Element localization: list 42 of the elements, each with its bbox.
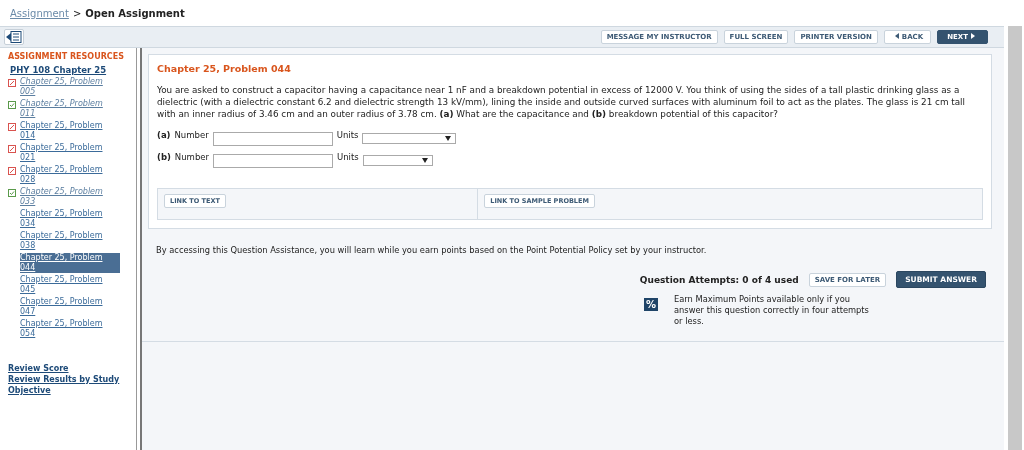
problem-link[interactable]: Chapter 25, Problem 045 [20, 275, 120, 295]
problem-link[interactable]: Chapter 25, Problem 005 [20, 77, 120, 97]
collapse-sidebar-button[interactable] [4, 29, 24, 45]
units-label: Units [336, 130, 359, 140]
problem-text: You are asked to construct a capacitor having a capacitance near 1 nF and a breakdown potential in excess of 12000 V. You think of using the sides of a tall plastic drinking glass as a dielectric (with a dielectric constant 6.2 and dielectric strength 13 kV/mm), lining the inside and outside curved surfaces with aluminum foil to act as the plates. The glass is 21 cm tall with an inner radius of 3.46 cm and an outer radius of 3.78 cm. (a) What are the capacitance and (b) breakdown potential of this capacitor? [157, 84, 966, 120]
scrollbar[interactable] [1008, 26, 1022, 450]
breadcrumb-link[interactable]: Assignment [10, 7, 69, 19]
number-field[interactable] [212, 132, 333, 146]
right-triangle-icon [971, 33, 975, 39]
points-policy-text: Earn Maximum Points available only if you answer this question correctly in four attempts or less. [674, 294, 870, 327]
problem-link[interactable]: Chapter 25, Problem 014 [20, 121, 120, 141]
problem-title: Chapter 25, Problem 044 [157, 63, 292, 74]
review-link[interactable]: Review Results by Study Objective [8, 374, 136, 396]
problem-link[interactable]: Chapter 25, Problem 038 [20, 231, 120, 251]
problem-link[interactable]: Chapter 25, Problem 054 [20, 319, 120, 339]
number-field[interactable] [213, 154, 333, 168]
assistance-notice: By accessing this Question Assistance, you will learn while you earn points based on the Point Potential Policy set by your instructor. [156, 245, 708, 255]
breadcrumb-separator: > [72, 7, 82, 19]
units-dropdown[interactable] [362, 155, 433, 166]
number-label: Number [174, 130, 209, 140]
course-link[interactable]: PHY 108 Chapter 25 [10, 65, 136, 75]
attempts-counter: Question Attempts: 0 of 4 used [639, 274, 799, 285]
part-label: (b) [157, 152, 171, 162]
collapse-sidebar-icon [6, 31, 22, 43]
sidebar-heading: ASSIGNMENT RESOURCES [8, 52, 125, 61]
problem-link[interactable]: Chapter 25, Problem 034 [20, 209, 120, 229]
breadcrumb-current: Open Assignment [85, 7, 185, 19]
number-label: Number [174, 152, 209, 162]
units-dropdown[interactable] [362, 133, 457, 144]
dropdown-caret-icon [445, 136, 452, 141]
left-triangle-icon [894, 33, 899, 39]
review-link[interactable]: Review Score [8, 363, 136, 374]
problem-link[interactable]: Chapter 25, Problem 044 [20, 253, 120, 273]
problem-link[interactable]: Chapter 25, Problem 021 [20, 143, 120, 163]
problem-link[interactable]: Chapter 25, Problem 011 [20, 99, 120, 119]
part-label: (a) [157, 130, 171, 140]
dropdown-caret-icon [421, 158, 428, 163]
problem-link[interactable]: Chapter 25, Problem 028 [20, 165, 120, 185]
units-label: Units [337, 152, 359, 162]
percent-badge: % [644, 298, 659, 311]
problem-link[interactable]: Chapter 25, Problem 047 [20, 297, 120, 317]
problem-link[interactable]: Chapter 25, Problem 033 [20, 187, 120, 207]
